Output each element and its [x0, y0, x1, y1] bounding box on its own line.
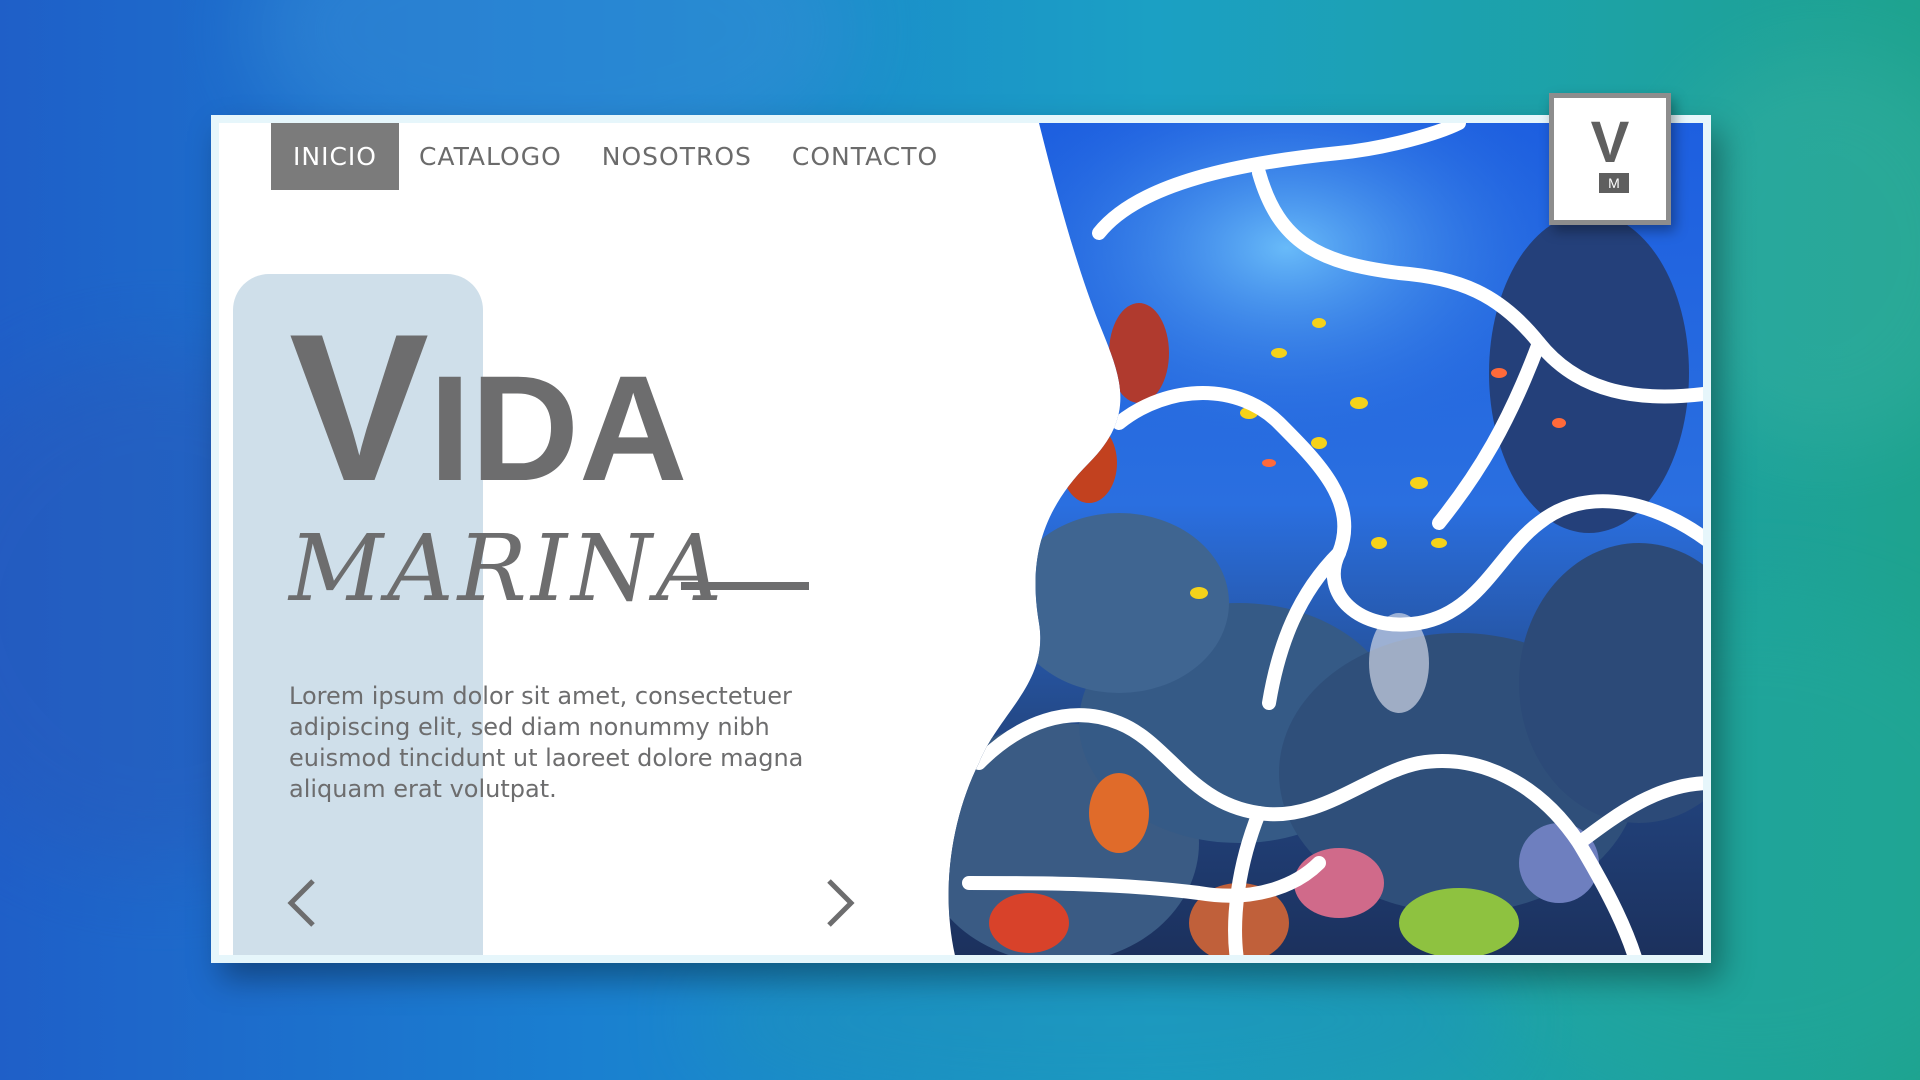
logo-letter: V: [1590, 110, 1630, 175]
hero-body-text: Lorem ipsum dolor sit amet, consectetuer…: [289, 682, 804, 803]
title-divider: [681, 582, 809, 590]
nav-item-contacto[interactable]: CONTACTO: [772, 123, 958, 190]
hero-title-rest: IDA: [429, 344, 688, 512]
logo-sub-letter: M: [1599, 173, 1629, 193]
reef-photo: [948, 123, 1703, 955]
landing-card: INICIO CATALOGO NOSOTROS CONTACTO VIDA M…: [211, 115, 1711, 963]
hero-title-initial: V: [289, 290, 430, 525]
nav-item-nosotros[interactable]: NOSOTROS: [582, 123, 772, 190]
hero-title: VIDA: [289, 303, 687, 513]
chevron-left-icon[interactable]: [283, 873, 323, 933]
nav-item-catalogo[interactable]: CATALOGO: [399, 123, 582, 190]
hero-subtitle: MARINA: [289, 515, 727, 622]
brand-logo[interactable]: V M: [1549, 93, 1671, 225]
nav-item-inicio[interactable]: INICIO: [271, 123, 399, 190]
top-nav: INICIO CATALOGO NOSOTROS CONTACTO: [271, 123, 958, 190]
chevron-right-icon[interactable]: [819, 873, 859, 933]
